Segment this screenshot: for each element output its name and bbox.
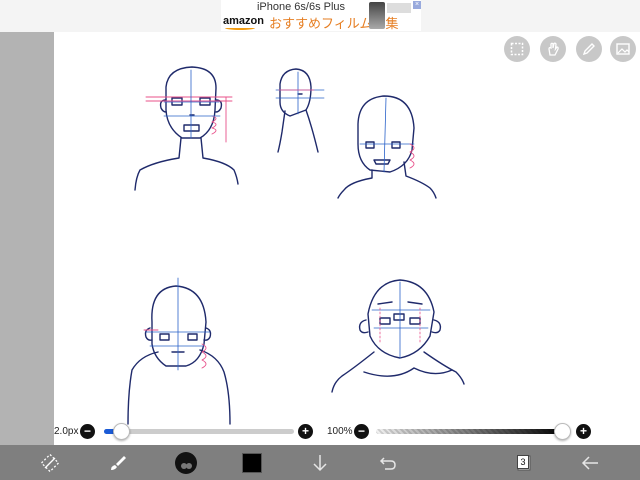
ad-banner[interactable]: iPhone 6s/6s Plus amazon おすすめフィルム特集 × bbox=[0, 0, 640, 32]
phone-image bbox=[369, 2, 385, 29]
brush-size-increase-button[interactable]: + bbox=[298, 424, 313, 439]
eraser-pen-icon bbox=[582, 43, 595, 56]
brush-button[interactable] bbox=[104, 445, 132, 480]
brush-preview-icon bbox=[175, 451, 197, 474]
brush-size-decrease-button[interactable]: − bbox=[80, 424, 95, 439]
ad-title: iPhone 6s/6s Plus bbox=[256, 1, 346, 13]
download-button[interactable] bbox=[306, 445, 334, 480]
drawing-canvas[interactable] bbox=[54, 32, 640, 445]
download-icon bbox=[313, 454, 327, 471]
selection-icon bbox=[510, 42, 524, 56]
selection-tool-button[interactable] bbox=[504, 36, 530, 62]
amazon-smile-icon bbox=[225, 26, 255, 30]
brush-size-slider[interactable] bbox=[104, 429, 294, 434]
undo-button[interactable] bbox=[374, 445, 402, 480]
canvas-margin bbox=[0, 32, 54, 445]
image-tool-button[interactable] bbox=[610, 36, 636, 62]
image-icon bbox=[616, 43, 630, 55]
back-button[interactable] bbox=[576, 445, 604, 480]
layer-count-badge: 3 bbox=[517, 455, 529, 469]
ad-badge bbox=[387, 3, 411, 13]
transform-button[interactable] bbox=[36, 445, 64, 480]
sketch-face-three-quarter bbox=[337, 95, 437, 199]
color-button[interactable] bbox=[238, 445, 266, 480]
color-swatch bbox=[242, 452, 262, 473]
sketch-face-top-down bbox=[127, 285, 231, 425]
sketch-drawing bbox=[127, 66, 465, 425]
transform-icon bbox=[41, 453, 59, 472]
sketch-face-front-1 bbox=[134, 66, 239, 191]
hand-tool-button[interactable] bbox=[540, 36, 566, 62]
opacity-thumb[interactable] bbox=[554, 423, 571, 440]
opacity-label: 100% bbox=[327, 426, 353, 437]
ad-close-icon[interactable]: × bbox=[413, 1, 421, 9]
bottom-toolbar bbox=[0, 445, 640, 480]
hand-icon bbox=[548, 42, 559, 56]
brush-icon bbox=[111, 455, 126, 470]
brush-size-label: 2.0px bbox=[54, 426, 79, 437]
opacity-decrease-button[interactable]: − bbox=[354, 424, 369, 439]
opacity-slider[interactable] bbox=[376, 429, 564, 434]
brush-preview-button[interactable] bbox=[172, 445, 200, 480]
sketch-face-bottom-up bbox=[331, 279, 465, 393]
back-arrow-icon bbox=[581, 455, 598, 470]
opacity-increase-button[interactable]: + bbox=[576, 424, 591, 439]
undo-icon bbox=[379, 456, 396, 470]
brush-size-thumb[interactable] bbox=[113, 423, 130, 440]
pen-tool-button[interactable] bbox=[576, 36, 602, 62]
ad-content[interactable]: iPhone 6s/6s Plus amazon おすすめフィルム特集 × bbox=[221, 0, 421, 31]
